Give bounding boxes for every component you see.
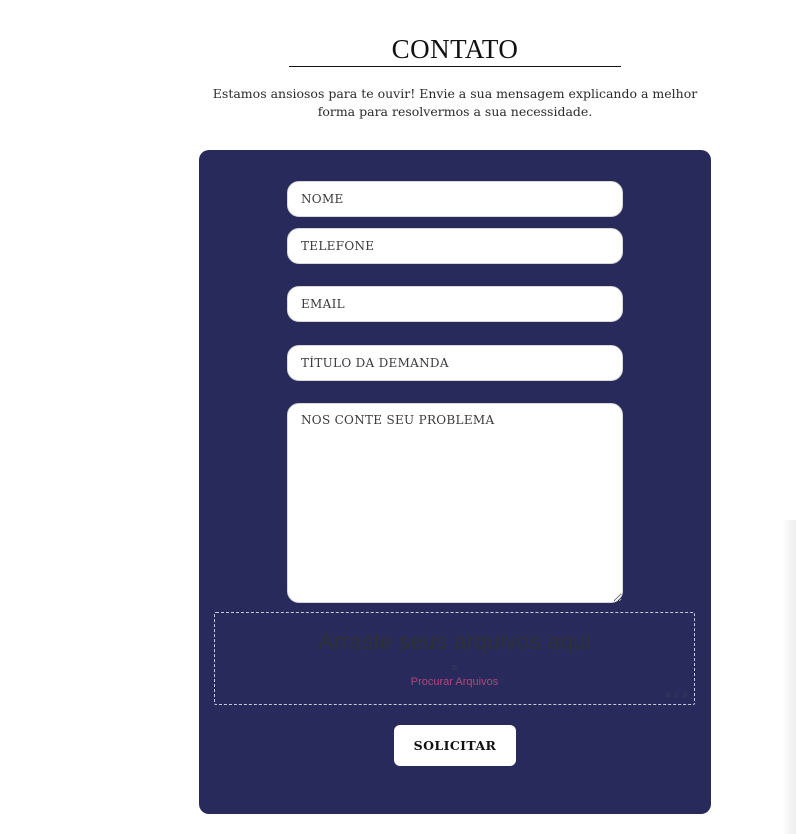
name-input[interactable] — [287, 181, 623, 217]
contact-page: CONTATO Estamos ansiosos para te ouvir! … — [0, 0, 796, 834]
page-title: CONTATO — [391, 34, 519, 64]
message-textarea[interactable] — [287, 403, 623, 603]
title-underline — [289, 66, 621, 67]
page-subtitle: Estamos ansiosos para te ouvir! Envie a … — [212, 86, 698, 119]
contact-form: Arraste seus arquivos aqui o Procurar Ar… — [199, 150, 711, 814]
dropzone-corner-text: a u s — [665, 690, 688, 699]
file-dropzone[interactable]: Arraste seus arquivos aqui o Procurar Ar… — [214, 612, 695, 705]
browse-files-link[interactable]: Procurar Arquivos — [215, 676, 694, 688]
dropzone-text: Arraste seus arquivos aqui — [318, 628, 591, 654]
email-input[interactable] — [287, 286, 623, 322]
submit-button[interactable]: SOLICITAR — [394, 725, 516, 766]
demand-title-input[interactable] — [287, 345, 623, 381]
dropzone-or-text: o — [451, 662, 457, 672]
phone-input[interactable] — [287, 228, 623, 264]
scroll-edge-shadow — [782, 520, 796, 834]
